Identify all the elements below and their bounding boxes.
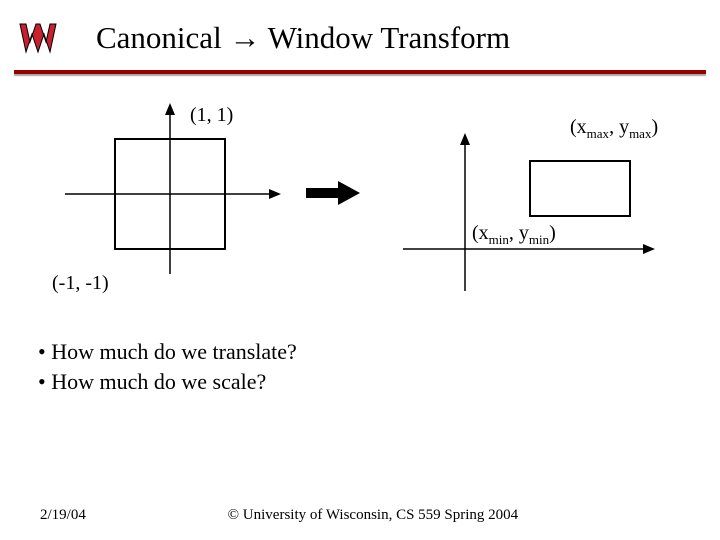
label-xmax-ymax: (xmax, ymax)	[570, 116, 658, 142]
label-part: )	[549, 222, 556, 244]
wisconsin-logo-icon	[16, 16, 60, 60]
transform-arrow-icon	[302, 178, 362, 208]
left-axes-diagram	[55, 99, 285, 289]
bullet-list: How much do we translate? How much do we…	[38, 337, 720, 396]
slide-title: Canonical → Window Transform	[96, 20, 510, 56]
bullet-item: How much do we translate?	[38, 337, 720, 367]
bullet-item: How much do we scale?	[38, 367, 720, 397]
label-neg-one-one: (-1, -1)	[52, 272, 109, 295]
footer: 2/19/04 © University of Wisconsin, CS 55…	[0, 507, 720, 524]
label-part: (x	[472, 222, 489, 244]
label-sub: min	[529, 232, 549, 247]
footer-copyright: © University of Wisconsin, CS 559 Spring…	[228, 507, 579, 524]
label-sub: max	[629, 126, 651, 141]
header: Canonical → Window Transform	[0, 0, 720, 70]
title-divider	[14, 70, 706, 74]
label-part: )	[651, 116, 658, 138]
label-part: , y	[509, 222, 529, 244]
label-xmin-ymin: (xmin, ymin)	[472, 222, 556, 248]
footer-date: 2/19/04	[40, 507, 86, 524]
label-part: (x	[570, 116, 587, 138]
label-sub: min	[489, 232, 509, 247]
diagram-area: (1, 1) (-1, -1) (xmax, ymax) (xmin, ymin…	[0, 84, 720, 319]
label-part: , y	[609, 116, 629, 138]
label-one-one: (1, 1)	[190, 104, 233, 127]
right-axes-diagram	[395, 129, 665, 299]
label-sub: max	[587, 126, 609, 141]
